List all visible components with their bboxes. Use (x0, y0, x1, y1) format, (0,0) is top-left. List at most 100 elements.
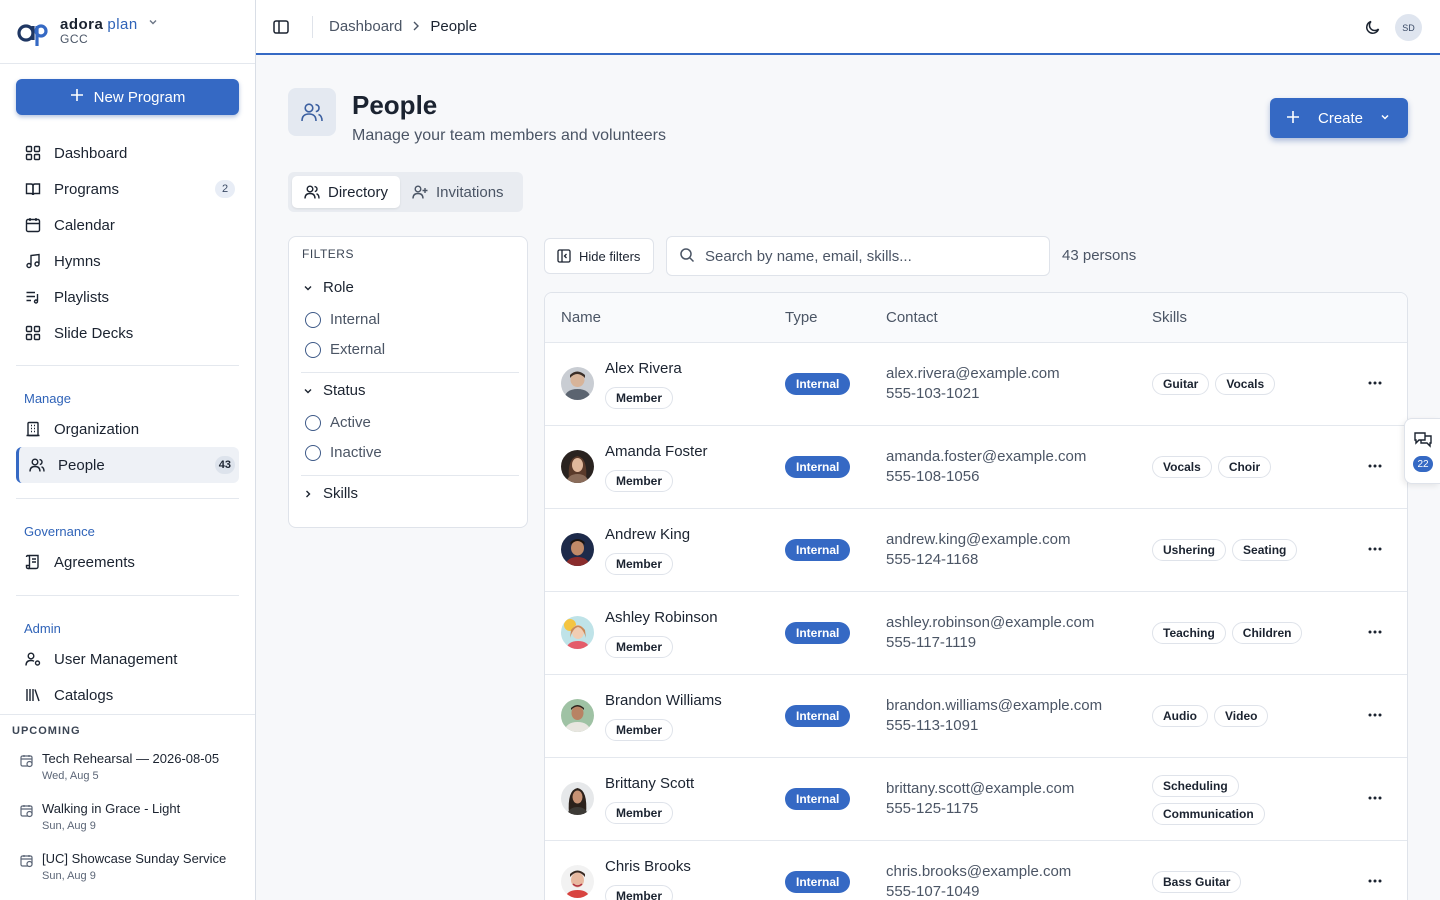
filters-panel: FILTERS Role Internal External Status Ac… (288, 236, 528, 528)
role-badge: Member (605, 553, 674, 575)
more-actions-icon[interactable] (1365, 539, 1385, 559)
more-actions-icon[interactable] (1365, 871, 1385, 891)
skills-list: Vocals Choir (1152, 456, 1322, 478)
sidebar-toggle-icon[interactable] (272, 18, 290, 36)
grid-icon (24, 324, 42, 342)
avatar (561, 450, 594, 483)
person-name[interactable]: Alex Rivera (605, 360, 682, 377)
table-row[interactable]: Brittany Scott Member Internal brittany.… (545, 758, 1407, 841)
hide-filters-button[interactable]: Hide filters (544, 238, 654, 274)
table-row[interactable]: Ashley Robinson Member Internal ashley.r… (545, 592, 1407, 675)
skills-list: Guitar Vocals (1152, 373, 1322, 395)
more-actions-icon[interactable] (1365, 622, 1385, 642)
person-email[interactable]: amanda.foster@example.com (886, 448, 1086, 465)
sidebar-item-dashboard[interactable]: Dashboard (16, 135, 239, 171)
table-row[interactable]: Brandon Williams Member Internal brandon… (545, 675, 1407, 758)
brand-switcher[interactable]: adora plan GCC (0, 0, 255, 64)
upcoming-item[interactable]: [UC] Showcase Sunday Service Sun, Aug 9 (20, 851, 226, 882)
page-subtitle: Manage your team members and volunteers (352, 127, 666, 144)
filter-option-active[interactable]: Active (305, 414, 371, 431)
person-name[interactable]: Brandon Williams (605, 692, 722, 709)
filter-option-inactive[interactable]: Inactive (305, 444, 382, 461)
person-phone: 555-125-1175 (886, 800, 979, 817)
radio-button[interactable] (305, 311, 321, 328)
person-email[interactable]: chris.brooks@example.com (886, 863, 1071, 880)
skills-list: Teaching Children (1152, 622, 1322, 644)
sidebar-item-agreements[interactable]: Agreements (16, 544, 239, 580)
filter-group-label: Status (323, 382, 366, 399)
radio-button[interactable] (305, 341, 321, 358)
sidebar-item-organization[interactable]: Organization (16, 411, 239, 447)
filter-group-status[interactable]: Status (303, 382, 366, 399)
table-row[interactable]: Chris Brooks Member Internal chris.brook… (545, 841, 1407, 900)
sidebar-item-user-management[interactable]: User Management (16, 641, 239, 677)
person-email[interactable]: alex.rivera@example.com (886, 365, 1060, 382)
sidebar-item-calendar[interactable]: Calendar (16, 207, 239, 243)
column-header-skills[interactable]: Skills (1152, 309, 1187, 326)
section-label-admin: Admin (24, 620, 61, 636)
column-header-contact[interactable]: Contact (886, 309, 938, 326)
person-phone: 555-103-1021 (886, 385, 980, 402)
search-input[interactable] (705, 247, 1035, 265)
table-row[interactable]: Andrew King Member Internal andrew.king@… (545, 509, 1407, 592)
table-row[interactable]: Amanda Foster Member Internal amanda.fos… (545, 426, 1407, 509)
more-actions-icon[interactable] (1365, 456, 1385, 476)
chevron-right-icon (303, 489, 313, 499)
sidebar-item-people[interactable]: People 43 (16, 447, 239, 483)
sidebar-item-programs[interactable]: Programs 2 (16, 171, 239, 207)
tab-directory[interactable]: Directory (292, 176, 400, 208)
skill-badge: Seating (1232, 539, 1298, 561)
sidebar-item-slide-decks[interactable]: Slide Decks (16, 315, 239, 351)
plus-icon (1286, 108, 1300, 128)
person-email[interactable]: andrew.king@example.com (886, 531, 1070, 548)
table-header: Name Type Contact Skills (545, 293, 1407, 343)
panel-left-close-icon (557, 249, 571, 263)
radio-button[interactable] (305, 444, 321, 461)
person-name[interactable]: Amanda Foster (605, 443, 708, 460)
person-email[interactable]: brandon.williams@example.com (886, 697, 1102, 714)
brand-name-accent: plan (107, 15, 138, 33)
column-header-name[interactable]: Name (561, 309, 601, 326)
skill-badge: Guitar (1152, 373, 1210, 395)
person-email[interactable]: ashley.robinson@example.com (886, 614, 1094, 631)
upcoming-date: Sun, Aug 9 (42, 820, 96, 832)
person-name[interactable]: Chris Brooks (605, 858, 691, 875)
filter-group-skills[interactable]: Skills (303, 485, 358, 502)
person-name[interactable]: Brittany Scott (605, 775, 694, 792)
sidebar-item-hymns[interactable]: Hymns (16, 243, 239, 279)
more-actions-icon[interactable] (1365, 373, 1385, 393)
chat-panel-toggle[interactable]: 22 (1404, 418, 1440, 484)
upcoming-item[interactable]: Walking in Grace - Light Sun, Aug 9 (20, 801, 180, 832)
upcoming-item[interactable]: Tech Rehearsal — 2026-08-05 Wed, Aug 5 (20, 751, 219, 782)
filter-group-role[interactable]: Role (303, 279, 354, 296)
sidebar-item-catalogs[interactable]: Catalogs (16, 677, 239, 713)
skill-badge: Scheduling (1152, 775, 1239, 797)
moon-icon[interactable] (1364, 18, 1382, 36)
filter-divider (301, 475, 519, 476)
create-button[interactable]: Create (1270, 98, 1408, 138)
new-program-label: New Program (93, 88, 186, 106)
user-avatar[interactable]: SD (1395, 14, 1422, 41)
breadcrumb-dashboard[interactable]: Dashboard (329, 18, 402, 35)
column-header-type[interactable]: Type (785, 309, 818, 326)
tab-list: Directory Invitations (288, 172, 523, 212)
skills-list: Bass Guitar (1152, 871, 1322, 893)
more-actions-icon[interactable] (1365, 788, 1385, 808)
chevron-down-icon (303, 283, 313, 293)
person-name[interactable]: Ashley Robinson (605, 609, 718, 626)
library-icon (24, 686, 42, 704)
new-program-button[interactable]: New Program (16, 79, 239, 115)
radio-button[interactable] (305, 414, 321, 431)
tab-invitations[interactable]: Invitations (408, 176, 520, 208)
filter-option-internal[interactable]: Internal (305, 311, 380, 328)
calendar-clock-icon (20, 804, 34, 818)
more-actions-icon[interactable] (1365, 705, 1385, 725)
person-name[interactable]: Andrew King (605, 526, 690, 543)
sidebar-item-playlists[interactable]: Playlists (16, 279, 239, 315)
table-row[interactable]: Alex Rivera Member Internal alex.rivera@… (545, 343, 1407, 426)
sidebar-item-label: Organization (54, 420, 140, 438)
person-email[interactable]: brittany.scott@example.com (886, 780, 1074, 797)
filter-option-external[interactable]: External (305, 341, 385, 358)
filters-title: FILTERS (302, 247, 354, 261)
user-cog-icon (24, 650, 42, 668)
